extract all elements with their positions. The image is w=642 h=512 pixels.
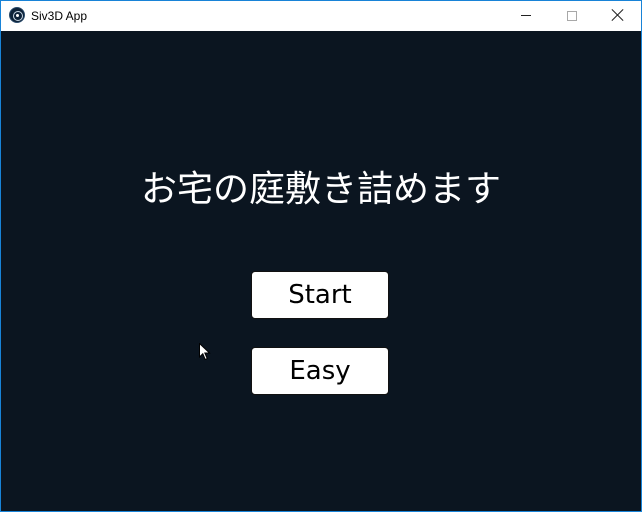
app-icon[interactable] — [9, 7, 25, 23]
minimize-icon — [521, 15, 531, 16]
maximize-button[interactable] — [549, 1, 595, 31]
game-title: お宅の庭敷き詰めます — [140, 169, 501, 210]
close-icon — [612, 9, 624, 21]
easy-button[interactable]: Easy — [251, 347, 389, 395]
window-title: Siv3D App — [31, 9, 88, 23]
close-button[interactable] — [595, 1, 641, 31]
mouse-cursor-icon — [199, 343, 211, 361]
start-button[interactable]: Start — [251, 271, 389, 319]
game-canvas: お宅の庭敷き詰めます Start Easy — [1, 31, 641, 511]
minimize-button[interactable] — [503, 1, 549, 31]
title-bar[interactable]: Siv3D App — [1, 1, 641, 31]
app-window: Siv3D App お宅の庭敷き詰めます Start Easy — [0, 0, 642, 512]
maximize-icon — [567, 11, 577, 21]
